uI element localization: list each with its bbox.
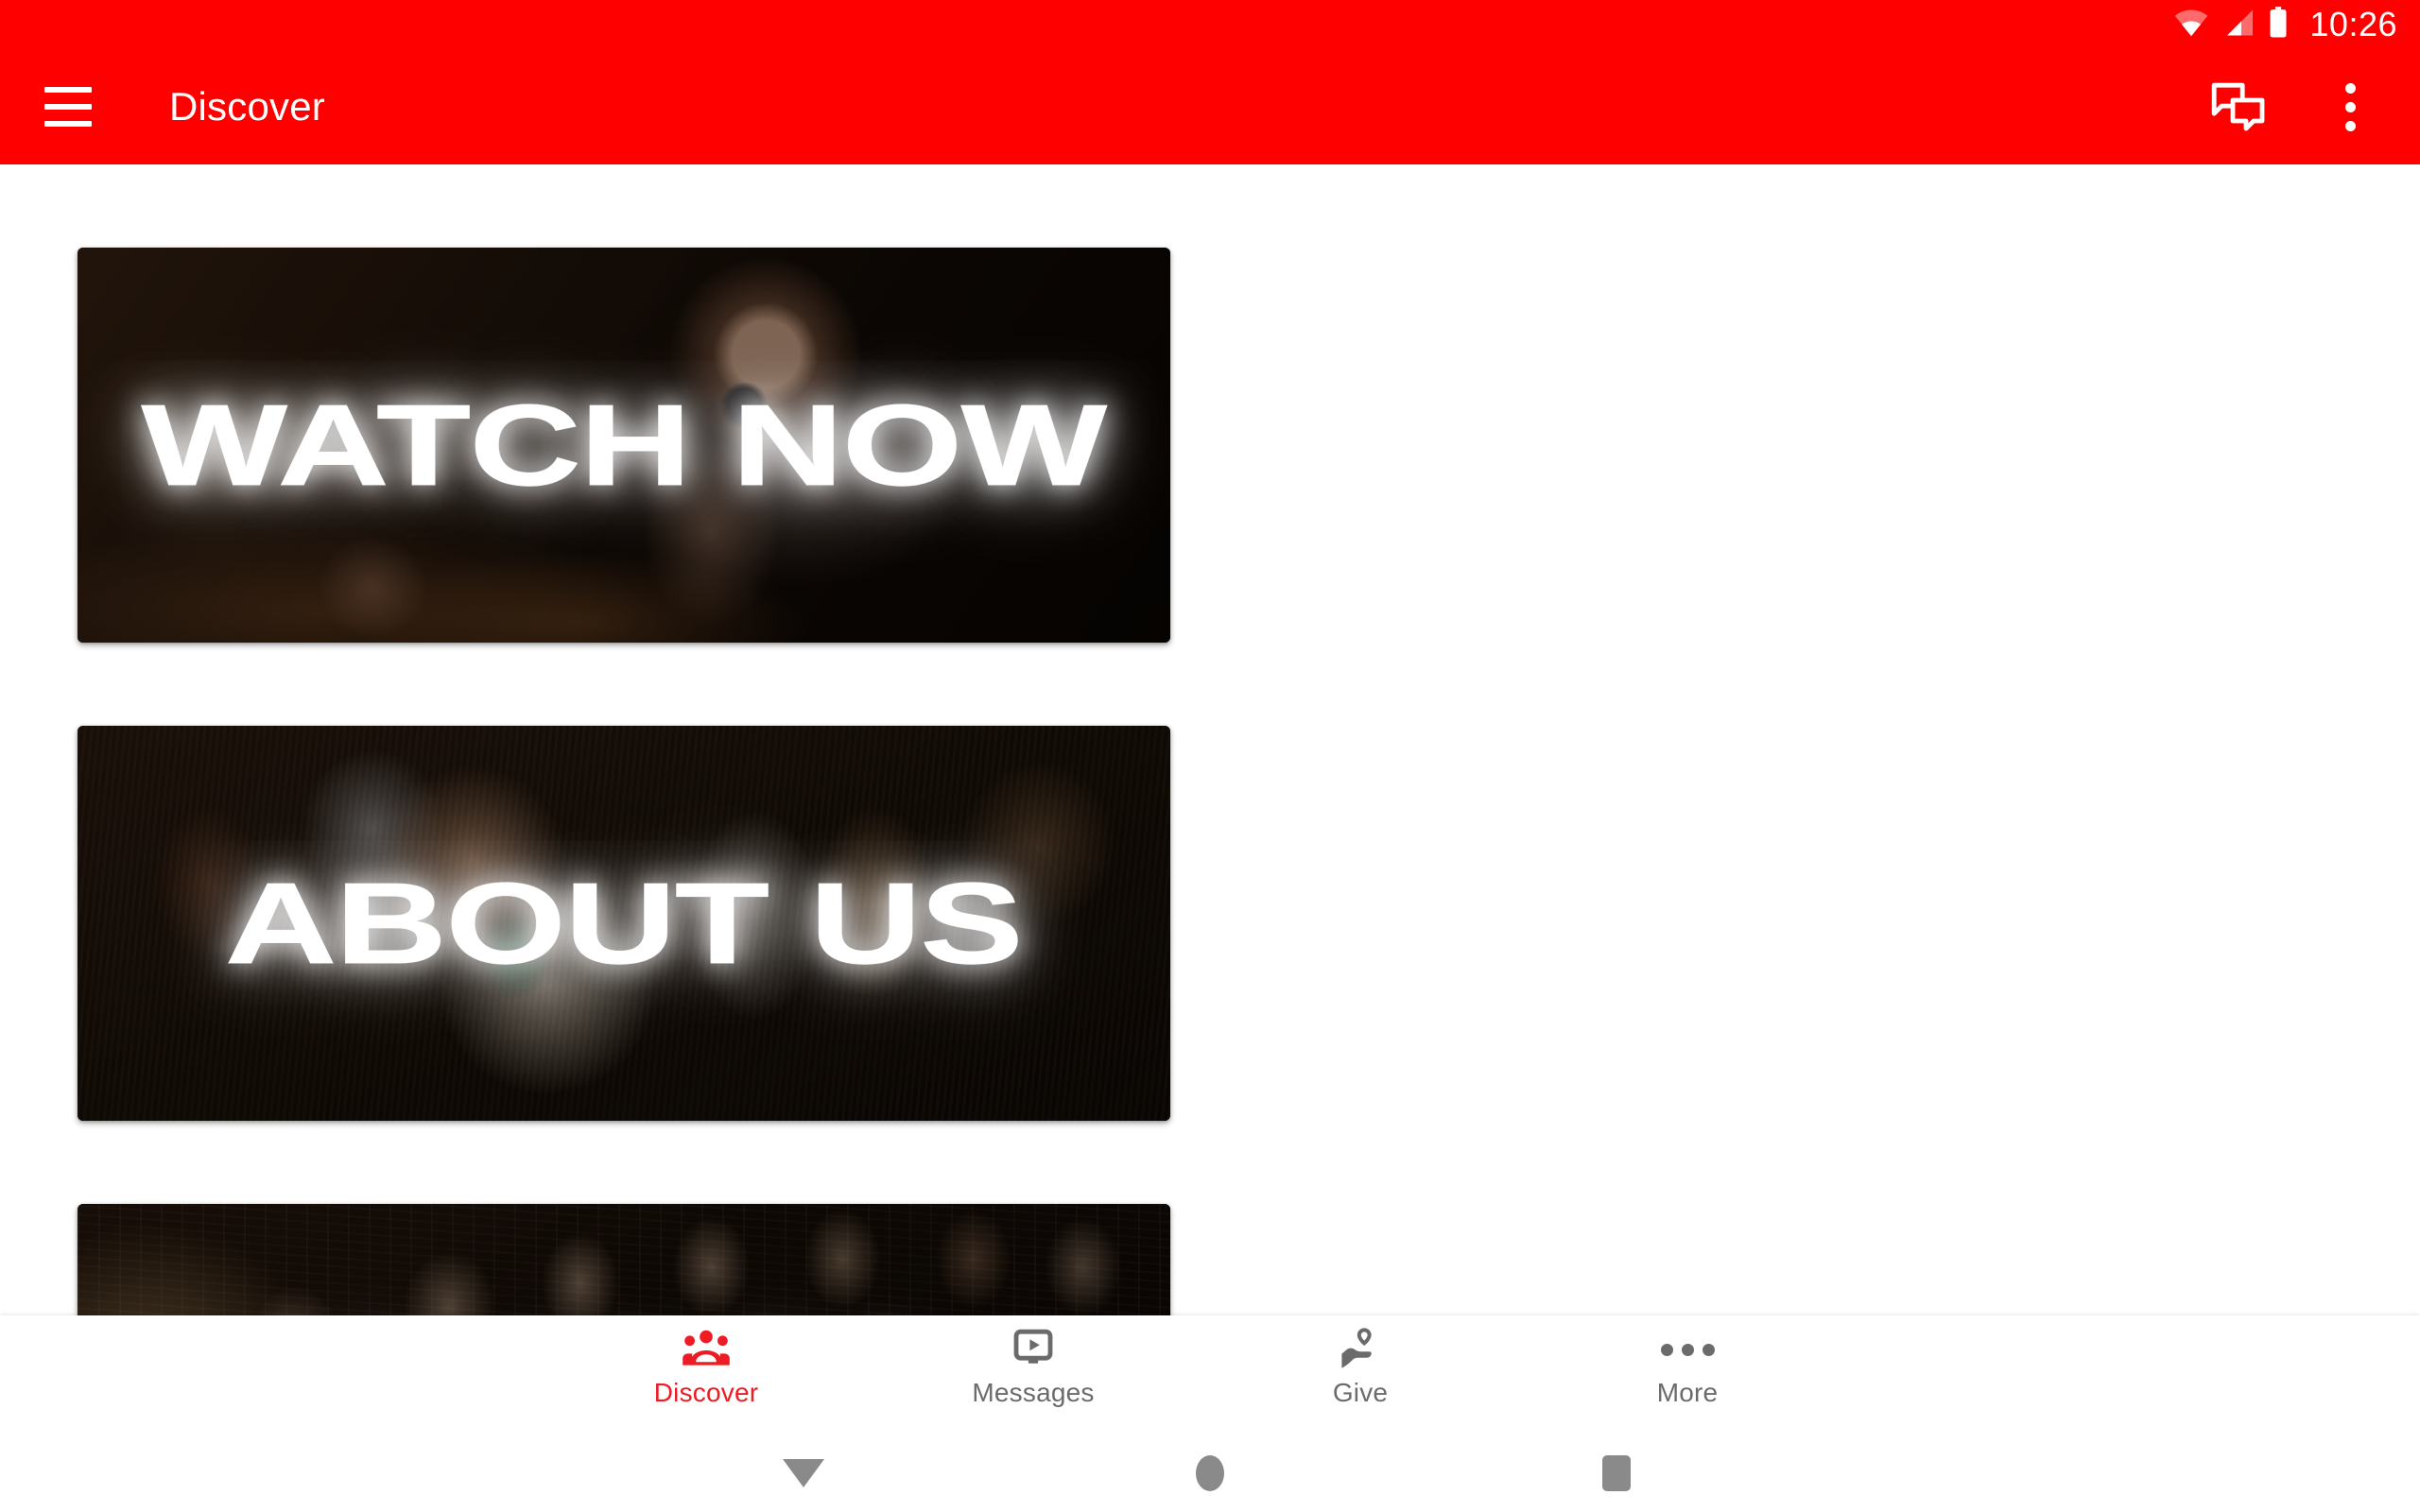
menu-line xyxy=(44,87,92,93)
hamburger-menu-icon[interactable] xyxy=(23,61,113,152)
discover-card-events[interactable]: EVENTS xyxy=(78,1204,1170,1315)
bottom-nav-label: Give xyxy=(1332,1378,1389,1407)
bottom-nav-label: Messages xyxy=(972,1378,1095,1407)
ondemand-video-icon xyxy=(1011,1325,1056,1374)
bottom-nav-item-more[interactable]: More xyxy=(1524,1315,1851,1406)
more-vertical-icon[interactable] xyxy=(2305,61,2395,152)
dot xyxy=(1660,1343,1673,1356)
discover-card-watch-now[interactable]: WATCH NOW xyxy=(78,248,1170,643)
menu-line xyxy=(44,121,92,127)
discover-content: WATCH NOW ABOUT US EVENTS CONNECT xyxy=(0,164,2420,1315)
dot xyxy=(2344,120,2356,131)
recents-square-icon[interactable] xyxy=(1564,1435,1668,1512)
card-overlay xyxy=(78,1204,1170,1315)
people-group-icon xyxy=(682,1325,731,1374)
dot xyxy=(1681,1343,1694,1356)
home-circle-icon[interactable] xyxy=(1158,1435,1262,1512)
battery-full-icon xyxy=(2268,6,2289,43)
bottom-nav-label: More xyxy=(1656,1378,1719,1407)
cell-signal-icon xyxy=(2222,9,2255,42)
app-root: 10:26 Discover WATCH NOW ABOUT US Discov… xyxy=(0,0,2420,1512)
hand-heart-icon xyxy=(1338,1325,1383,1374)
status-bar: 10:26 xyxy=(0,0,2420,49)
menu-line xyxy=(44,104,92,110)
app-bar: Discover xyxy=(0,49,2420,164)
dot xyxy=(2344,101,2356,112)
android-system-nav xyxy=(0,1435,2420,1512)
bottom-nav-item-messages[interactable]: Messages xyxy=(870,1315,1197,1406)
discover-card-about-us[interactable]: ABOUT US xyxy=(78,726,1170,1121)
status-bar-clock: 10:26 xyxy=(2309,5,2397,43)
back-triangle-icon[interactable] xyxy=(752,1435,856,1512)
bottom-nav-item-give[interactable]: Give xyxy=(1197,1315,1524,1406)
dot xyxy=(1702,1343,1715,1356)
bottom-nav-item-discover[interactable]: Discover xyxy=(543,1315,870,1406)
card-label: ABOUT US xyxy=(225,859,1025,988)
chat-bubbles-icon[interactable] xyxy=(2193,61,2284,152)
more-horizontal-icon xyxy=(1660,1325,1715,1374)
dot xyxy=(2344,82,2356,94)
app-bar-actions xyxy=(2193,61,2420,152)
discover-card-grid: WATCH NOW ABOUT US EVENTS CONNECT xyxy=(0,164,2420,1315)
bottom-nav-label: Discover xyxy=(653,1378,759,1407)
wifi-icon xyxy=(2173,9,2209,42)
card-label: WATCH NOW xyxy=(141,381,1108,509)
bottom-navigation-bar: Discover Messages Give More xyxy=(0,1315,2420,1435)
page-title: Discover xyxy=(169,84,325,129)
